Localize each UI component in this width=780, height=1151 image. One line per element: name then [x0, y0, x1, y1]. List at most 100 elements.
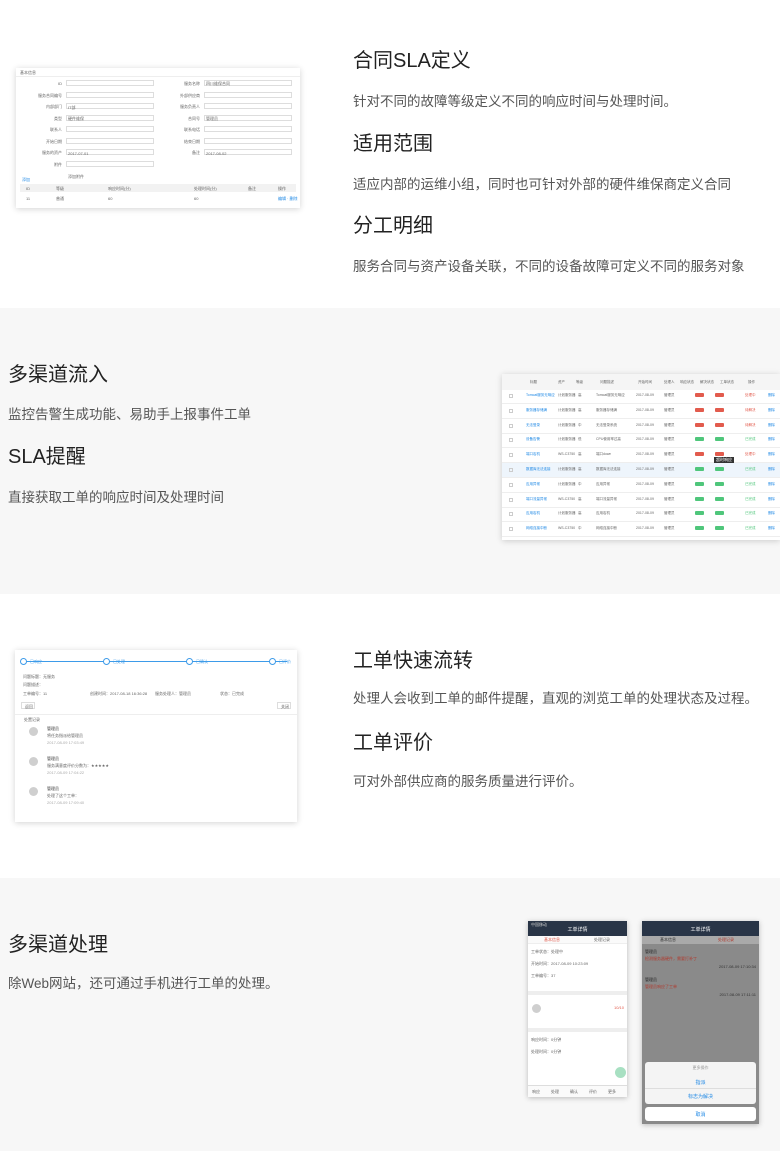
phone-log-text: 检测服务器硬件，需要打补丁 — [645, 956, 697, 961]
phone-log-user: 管理员 — [645, 977, 657, 982]
list-header-cell: 操作 — [748, 380, 755, 384]
list-cell[interactable]: 端口流量异常 — [526, 497, 547, 502]
delete-link[interactable]: 删除 — [768, 452, 775, 457]
list-cell: 管理员 — [664, 437, 675, 442]
response-status-tag — [695, 452, 704, 457]
list-cell: 应用宕机 — [596, 511, 610, 516]
row-divider — [502, 521, 780, 523]
phone2-header: 工单详情 — [642, 921, 759, 936]
list-cell: 无法登录系统 — [596, 422, 617, 427]
delete-link[interactable]: 删除 — [768, 511, 775, 516]
phone-action-3[interactable]: 评价 — [589, 1089, 597, 1095]
row-checkbox[interactable] — [509, 512, 513, 517]
delete-link[interactable]: 删除 — [768, 393, 775, 398]
list-cell[interactable]: 端口宕机 — [526, 452, 540, 457]
table-header-cell: 等级 — [56, 186, 64, 191]
form-field[interactable] — [204, 137, 292, 144]
list-cell[interactable]: 应用宕机 — [526, 511, 540, 516]
delete-link[interactable]: 删除 — [768, 437, 775, 442]
resolve-status-tag — [715, 496, 724, 501]
row-checkbox[interactable] — [509, 423, 513, 428]
ticket-status: 处理中 — [745, 452, 756, 457]
step-check-icon — [269, 658, 276, 665]
log-time: 2017-08-09 17:04:22 — [47, 770, 85, 775]
row-checkbox[interactable] — [509, 468, 513, 472]
field-value: 硬件维保 — [68, 116, 84, 121]
list-cell[interactable]: 服务器存储满 — [526, 408, 547, 413]
form-label: 开始日期 — [46, 138, 62, 144]
list-cell: 高 — [578, 393, 582, 397]
row-checkbox[interactable] — [509, 453, 513, 458]
row-checkbox[interactable] — [509, 497, 513, 502]
resolve-status-tag — [715, 526, 724, 531]
delete-link[interactable]: 删除 — [768, 408, 775, 413]
form-field[interactable] — [66, 160, 154, 167]
list-header-cell: 问题描述 — [600, 380, 614, 384]
form-field[interactable] — [204, 126, 292, 132]
row-checkbox[interactable] — [509, 408, 513, 413]
close-button[interactable]: 关闭 — [277, 702, 291, 709]
response-status-tag — [695, 437, 704, 442]
step-check-icon — [186, 658, 193, 665]
phone-action-2[interactable]: 确认 — [570, 1089, 578, 1095]
delete-link[interactable]: 删除 — [768, 423, 775, 428]
form-field[interactable] — [66, 126, 154, 132]
row-checkbox[interactable] — [509, 438, 513, 443]
response-status-tag — [695, 393, 704, 397]
step-check-icon — [20, 658, 27, 665]
section-channels: 多渠道流入 监控告警生成功能、易助手上报事件工单 SLA提醒 直接获取工单的响应… — [0, 308, 780, 594]
table-cell[interactable]: 编辑 · 删除 — [278, 196, 298, 202]
phone-action-1[interactable]: 处理 — [551, 1089, 559, 1095]
list-cell[interactable]: 设备告警 — [526, 437, 540, 442]
list-cell[interactable]: 无法登录 — [526, 423, 540, 428]
log-user: 管理员 — [47, 726, 59, 731]
list-cell[interactable]: 网络连接中断 — [526, 526, 547, 531]
resolve-status-tag — [715, 481, 724, 486]
form-label: 服务名称 — [184, 81, 200, 86]
phone1-tab-basic[interactable]: 基本信息 — [544, 937, 560, 943]
form-field[interactable] — [66, 80, 154, 86]
phone-action-0[interactable]: 响应 — [532, 1089, 540, 1095]
row-checkbox[interactable] — [509, 527, 513, 532]
list-cell[interactable]: Tomcat服务无响应 — [526, 393, 555, 398]
sla-add-link[interactable]: 添加 — [22, 177, 30, 183]
list-cell: 管理员 — [664, 407, 675, 412]
sla-reminder-desc: 直接获取工单的响应时间及处理时间 — [8, 490, 224, 505]
assign-option[interactable]: 指派 — [642, 1079, 759, 1086]
list-cell[interactable]: 应用异常 — [526, 482, 540, 487]
list-cell: 2017-08-09 — [636, 437, 654, 442]
log-time: 2017-08-09 17:03:49 — [47, 740, 85, 745]
flow-desc: 处理人会收到工单的邮件提醒，直观的浏览工单的处理状态及过程。 — [353, 691, 758, 706]
form-field[interactable] — [204, 103, 292, 109]
back-button[interactable]: 返回 — [21, 702, 35, 709]
list-cell: 高 — [578, 467, 582, 471]
list-cell: 计划服务器 — [558, 407, 576, 412]
form-field[interactable] — [66, 91, 154, 98]
phone-action-4[interactable]: 更多 — [608, 1089, 616, 1095]
phone1-tab-logs[interactable]: 处理记录 — [594, 937, 610, 943]
ticket-status: 已完成 — [745, 526, 756, 531]
form-field[interactable] — [204, 91, 292, 98]
delete-link[interactable]: 删除 — [768, 467, 775, 472]
delete-link[interactable]: 删除 — [768, 482, 775, 487]
table-cell: 11 — [26, 196, 31, 201]
phone2-tab-logs[interactable]: 处理记录 — [718, 937, 734, 943]
delete-link[interactable]: 删除 — [768, 497, 775, 502]
list-cell: 2017-08-09 — [636, 393, 654, 397]
list-cell: 管理员 — [664, 481, 675, 486]
response-status-tag — [695, 422, 704, 427]
phone2-tab-basic[interactable]: 基本信息 — [660, 937, 676, 943]
ticket-status: 已完成 — [745, 511, 756, 516]
row-checkbox[interactable] — [509, 482, 513, 487]
float-action-icon[interactable] — [615, 1067, 626, 1078]
response-status-tag — [695, 511, 704, 516]
delete-link[interactable]: 删除 — [768, 526, 775, 531]
flow-step-label: 已处理 — [113, 659, 125, 664]
resolve-status-tag — [715, 422, 724, 427]
list-cell[interactable]: 数据库无法连接 — [526, 467, 551, 472]
row-checkbox[interactable] — [509, 394, 513, 398]
list-header-cell: 开始时间 — [638, 380, 652, 384]
form-field[interactable] — [66, 103, 154, 109]
form-field[interactable] — [66, 137, 154, 144]
resolve-option[interactable]: 标志为解决 — [642, 1093, 759, 1100]
